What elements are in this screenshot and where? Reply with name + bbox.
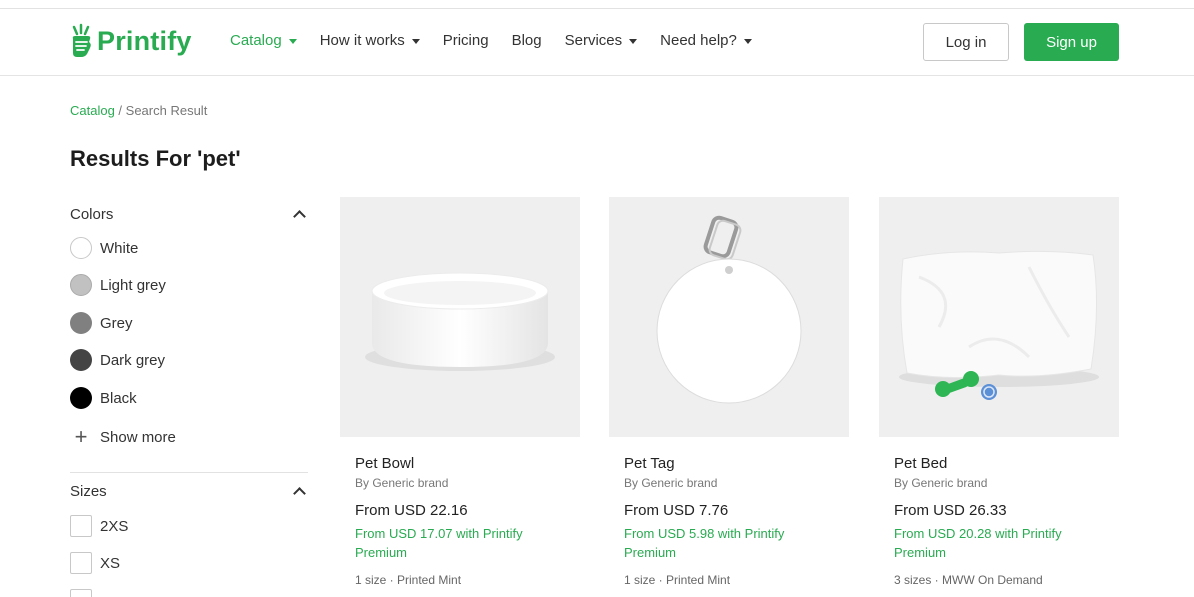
nav-pricing-label: Pricing (442, 32, 489, 49)
signup-button[interactable]: Sign up (1024, 23, 1119, 61)
color-swatch (70, 349, 92, 371)
product-name[interactable]: Pet Tag (624, 455, 675, 472)
color-option-grey[interactable]: Grey (70, 312, 133, 334)
site-header: Printify Catalog How it works Pricing Bl… (0, 9, 1194, 76)
chevron-up-icon (293, 210, 306, 223)
color-option-light-grey[interactable]: Light grey (70, 274, 166, 296)
nav-blog-label: Blog (511, 32, 542, 49)
color-label: Grey (100, 314, 133, 332)
color-option-black[interactable]: Black (70, 387, 137, 409)
size-checkbox[interactable] (70, 515, 92, 537)
color-swatch (70, 312, 92, 334)
product-premium-price: From USD 17.07 with Printify Premium (355, 526, 523, 560)
product-meta: 3 sizes · MWW On Demand (894, 573, 1043, 587)
pet-bowl-image (365, 272, 555, 371)
product-image-pet-bed[interactable] (879, 197, 1119, 437)
printify-logo-icon (72, 23, 91, 57)
product-brand: By Generic brand (894, 476, 988, 490)
browser-top-edge (0, 0, 1194, 9)
product-card[interactable]: Pet Tag By Generic brand From USD 7.76 F… (609, 197, 849, 587)
color-swatch (70, 274, 92, 296)
product-name[interactable]: Pet Bowl (355, 455, 414, 472)
pet-bed-image (899, 250, 1099, 400)
breadcrumb-separator: / (114, 103, 126, 118)
size-label: XS (100, 554, 121, 572)
size-checkbox[interactable] (70, 589, 92, 597)
size-label: 2XS (100, 517, 129, 535)
product-brand: By Generic brand (624, 476, 718, 490)
size-option-2xs[interactable]: 2XS (70, 515, 128, 537)
size-checkbox[interactable] (70, 552, 92, 574)
nav-pricing[interactable]: Pricing (443, 32, 489, 49)
sizes-filter-toggle[interactable]: Sizes (70, 483, 308, 500)
nav-catalog[interactable]: Catalog (230, 32, 297, 49)
page-title: Results For 'pet' (70, 146, 241, 171)
color-swatch (70, 387, 92, 409)
breadcrumb-current: Search Result (125, 103, 208, 118)
color-option-white[interactable]: White (70, 237, 138, 259)
color-label: Dark grey (100, 351, 166, 369)
chevron-down-icon (629, 38, 638, 44)
colors-filter-title: Colors (70, 206, 114, 223)
product-image-pet-tag[interactable] (609, 197, 849, 437)
product-premium-price: From USD 20.28 with Printify Premium (894, 526, 1062, 560)
show-more-label: Show more (100, 428, 176, 446)
chevron-down-icon (411, 38, 420, 44)
plus-icon: + (74, 424, 88, 449)
nav-how-it-works[interactable]: How it works (320, 32, 420, 49)
nav-blog[interactable]: Blog (512, 32, 542, 49)
nav-services-label: Services (564, 32, 623, 49)
breadcrumb: Catalog / Search Result (70, 103, 207, 118)
login-button[interactable]: Log in (923, 23, 1009, 61)
chevron-up-icon (293, 487, 306, 500)
printify-logo[interactable]: Printify (68, 23, 192, 59)
size-option-xs[interactable]: XS (70, 552, 120, 574)
product-brand: By Generic brand (355, 476, 449, 490)
product-card[interactable]: Pet Bed By Generic brand From USD 26.33 … (879, 197, 1119, 587)
nav-need-help[interactable]: Need help? (660, 32, 752, 49)
nav-need-help-label: Need help? (660, 32, 737, 49)
logo-text: Printify (97, 25, 192, 56)
chevron-down-icon (743, 38, 752, 44)
product-price: From USD 26.33 (894, 502, 1007, 519)
product-card[interactable]: Pet Bowl By Generic brand From USD 22.16… (340, 197, 580, 587)
color-label: Black (100, 389, 137, 407)
color-swatch (70, 237, 92, 259)
product-meta: 1 size · Printed Mint (355, 573, 462, 587)
pet-tag-image (656, 215, 802, 404)
color-option-dark-grey[interactable]: Dark grey (70, 349, 165, 371)
product-meta: 1 size · Printed Mint (624, 573, 731, 587)
colors-filter-toggle[interactable]: Colors (70, 206, 308, 223)
size-option-next[interactable] (70, 589, 100, 597)
color-label: Light grey (100, 276, 166, 294)
product-premium-price: From USD 5.98 with Printify Premium (624, 526, 785, 560)
sizes-filter-title: Sizes (70, 483, 107, 500)
color-label: White (100, 239, 139, 257)
nav-services[interactable]: Services (565, 32, 638, 49)
main-nav: Catalog How it works Pricing Blog Servic… (230, 32, 775, 49)
product-name[interactable]: Pet Bed (894, 455, 947, 472)
filter-divider (70, 472, 308, 473)
nav-catalog-label: Catalog (230, 32, 282, 49)
chevron-down-icon (288, 38, 297, 44)
product-price: From USD 7.76 (624, 502, 729, 519)
breadcrumb-catalog-link[interactable]: Catalog (70, 103, 115, 118)
nav-how-it-works-label: How it works (319, 32, 405, 49)
product-price: From USD 22.16 (355, 502, 468, 519)
product-image-pet-bowl[interactable] (340, 197, 580, 437)
show-more-colors-button[interactable]: + Show more (70, 424, 176, 449)
